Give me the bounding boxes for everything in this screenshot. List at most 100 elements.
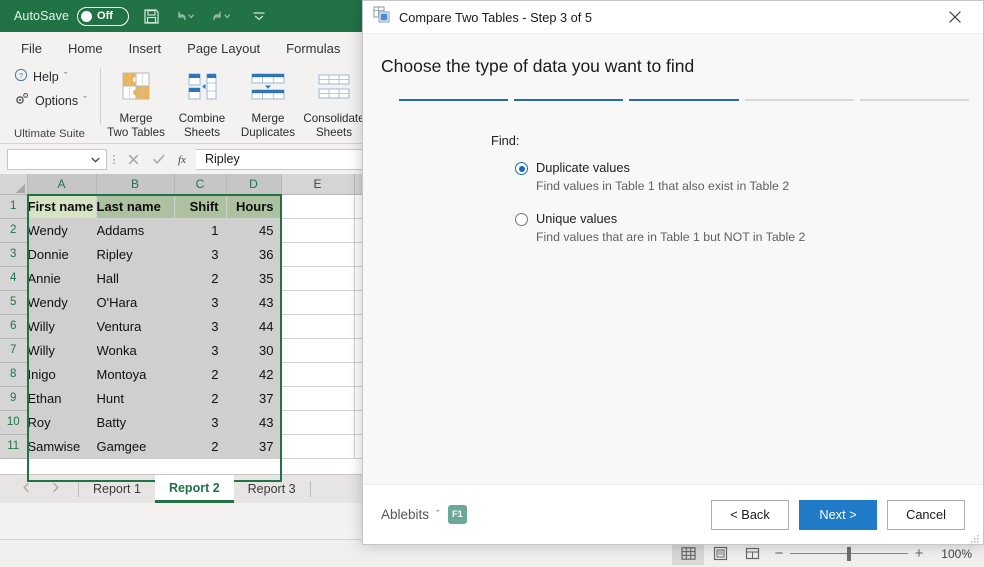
cell-a3[interactable]: Donnie [27, 242, 97, 267]
zoom-level-label[interactable]: 100% [930, 547, 972, 561]
cell-d6[interactable]: 44 [226, 314, 282, 339]
zoom-slider-thumb[interactable] [847, 546, 851, 561]
cell-d11[interactable]: 37 [226, 434, 282, 459]
cell-e8[interactable] [281, 362, 355, 387]
ribbon-tab-file[interactable]: File [8, 36, 55, 62]
cell-b10[interactable]: Batty [96, 410, 175, 435]
cell-e2[interactable] [281, 218, 355, 243]
cell-a7[interactable]: Willy [27, 338, 97, 363]
cell-d2[interactable]: 45 [226, 218, 282, 243]
resize-grip[interactable] [970, 531, 980, 543]
row-header-2[interactable]: 2 [0, 218, 28, 243]
cell-c6[interactable]: 3 [174, 314, 227, 339]
cell-a8[interactable]: Inigo [27, 362, 97, 387]
page-layout-view-icon[interactable] [704, 543, 736, 565]
column-header-c[interactable]: C [174, 174, 227, 195]
column-header-a[interactable]: A [27, 174, 97, 195]
formula-bar-grip[interactable]: ⋮ [107, 153, 121, 166]
normal-view-icon[interactable] [672, 542, 704, 565]
row-header-4[interactable]: 4 [0, 266, 28, 291]
customize-quick-access-icon[interactable] [245, 3, 273, 29]
insert-function-icon[interactable]: fx [171, 149, 196, 170]
select-all-corner[interactable] [0, 174, 28, 195]
row-header-9[interactable]: 9 [0, 386, 28, 411]
undo-icon[interactable] [173, 3, 201, 29]
cell-e3[interactable] [281, 242, 355, 267]
row-header-8[interactable]: 8 [0, 362, 28, 387]
help-button[interactable]: ? Help ˇ [14, 68, 100, 85]
cell-b2[interactable]: Addams [96, 218, 175, 243]
cell-e11[interactable] [281, 434, 355, 459]
option-duplicate-values-row[interactable]: Duplicate values [515, 160, 983, 175]
cell-b11[interactable]: Gamgee [96, 434, 175, 459]
cell-b7[interactable]: Wonka [96, 338, 175, 363]
cell-a4[interactable]: Annie [27, 266, 97, 291]
cell-c3[interactable]: 3 [174, 242, 227, 267]
cell-c1[interactable]: Shift [174, 194, 227, 219]
cell-d5[interactable]: 43 [226, 290, 282, 315]
cell-a5[interactable]: Wendy [27, 290, 97, 315]
row-header-6[interactable]: 6 [0, 314, 28, 339]
merge-two-tables-button[interactable]: Merge Two Tables [103, 68, 169, 143]
ablebits-menu[interactable]: Ablebits ˇ [381, 507, 440, 522]
cell-d9[interactable]: 37 [226, 386, 282, 411]
radio-duplicate-values[interactable] [515, 162, 528, 175]
column-header-e[interactable]: E [281, 174, 355, 195]
next-button[interactable]: Next > [799, 499, 877, 530]
cell-c4[interactable]: 2 [174, 266, 227, 291]
cell-b6[interactable]: Ventura [96, 314, 175, 339]
cell-e5[interactable] [281, 290, 355, 315]
cell-e10[interactable] [281, 410, 355, 435]
cell-b8[interactable]: Montoya [96, 362, 175, 387]
cell-e6[interactable] [281, 314, 355, 339]
row-header-5[interactable]: 5 [0, 290, 28, 315]
row-header-7[interactable]: 7 [0, 338, 28, 363]
autosave-toggle[interactable]: Off [77, 6, 130, 26]
options-button[interactable]: Options ˇ [14, 92, 100, 109]
back-button[interactable]: < Back [711, 499, 789, 530]
name-box[interactable] [7, 148, 107, 170]
cell-d4[interactable]: 35 [226, 266, 282, 291]
cell-a11[interactable]: Samwise [27, 434, 97, 459]
column-header-b[interactable]: B [96, 174, 175, 195]
cell-c10[interactable]: 3 [174, 410, 227, 435]
cell-e7[interactable] [281, 338, 355, 363]
save-icon[interactable] [137, 3, 165, 29]
zoom-in-button[interactable]: + [908, 545, 930, 562]
cancel-icon[interactable] [121, 149, 146, 170]
help-f1-badge[interactable]: F1 [447, 505, 467, 524]
previous-sheet-icon[interactable] [22, 480, 31, 498]
cell-b9[interactable]: Hunt [96, 386, 175, 411]
cell-d3[interactable]: 36 [226, 242, 282, 267]
cell-a10[interactable]: Roy [27, 410, 97, 435]
row-header-3[interactable]: 3 [0, 242, 28, 267]
combine-sheets-button[interactable]: Combine Sheets [169, 68, 235, 143]
cell-d10[interactable]: 43 [226, 410, 282, 435]
cell-a2[interactable]: Wendy [27, 218, 97, 243]
row-header-10[interactable]: 10 [0, 410, 28, 435]
cell-e9[interactable] [281, 386, 355, 411]
dialog-title-bar[interactable]: Compare Two Tables - Step 3 of 5 [363, 1, 983, 34]
radio-unique-values[interactable] [515, 213, 528, 226]
cell-c2[interactable]: 1 [174, 218, 227, 243]
sheet-tab-report-2[interactable]: Report 2 [154, 475, 234, 503]
cell-c11[interactable]: 2 [174, 434, 227, 459]
cell-b5[interactable]: O'Hara [96, 290, 175, 315]
ribbon-tab-home[interactable]: Home [55, 36, 116, 62]
cell-e4[interactable] [281, 266, 355, 291]
cell-d7[interactable]: 30 [226, 338, 282, 363]
cell-c7[interactable]: 3 [174, 338, 227, 363]
cell-d1[interactable]: Hours [226, 194, 282, 219]
page-break-preview-icon[interactable] [736, 543, 768, 565]
sheet-tab-report-3[interactable]: Report 3 [234, 475, 310, 503]
close-icon[interactable] [935, 2, 975, 33]
column-header-d[interactable]: D [226, 174, 282, 195]
cell-c9[interactable]: 2 [174, 386, 227, 411]
row-header-1[interactable]: 1 [0, 194, 28, 219]
consolidate-sheets-button[interactable]: Consolidate Sheets [301, 68, 367, 143]
cell-c5[interactable]: 3 [174, 290, 227, 315]
cell-a9[interactable]: Ethan [27, 386, 97, 411]
ribbon-tab-insert[interactable]: Insert [116, 36, 175, 62]
zoom-slider[interactable] [790, 546, 908, 562]
row-header-11[interactable]: 11 [0, 434, 28, 459]
